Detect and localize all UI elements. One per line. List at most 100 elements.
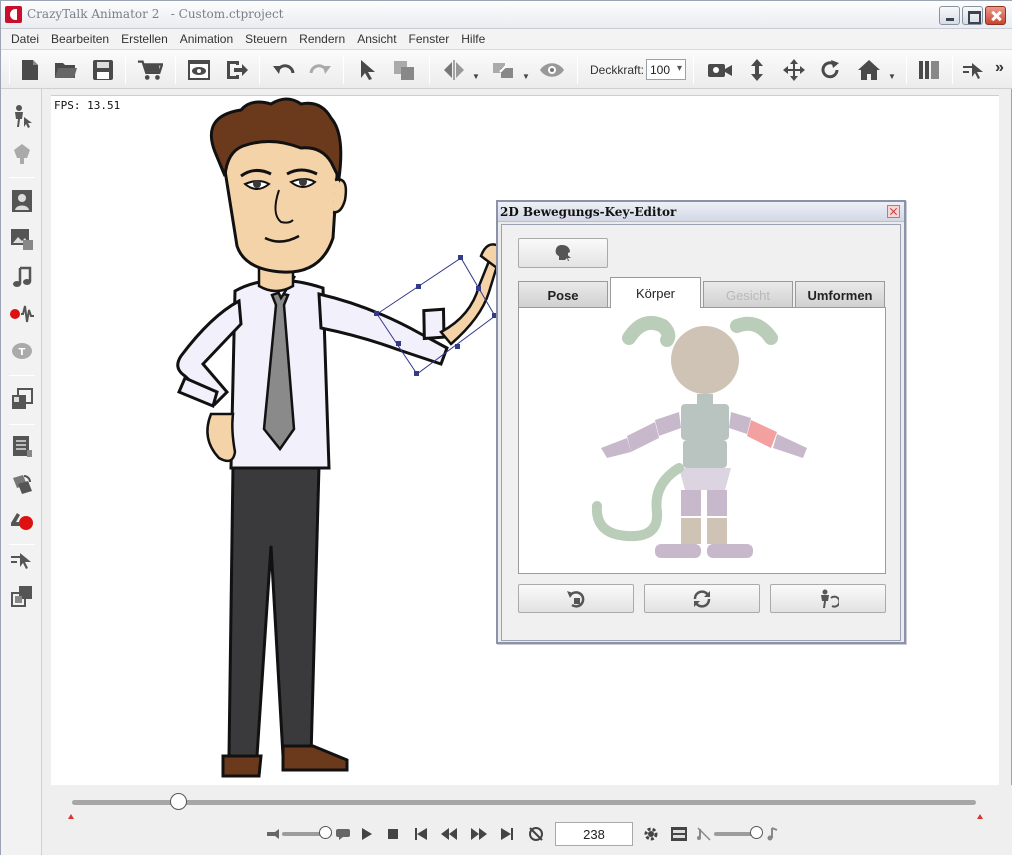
next-frame-icon[interactable]: [470, 826, 488, 842]
timeline-playhead[interactable]: [170, 793, 187, 810]
reset-part-button[interactable]: [518, 584, 634, 613]
stop-icon[interactable]: [384, 826, 402, 842]
menu-ansicht[interactable]: Ansicht: [351, 29, 402, 49]
app-window: CrazyTalk Animator 2 - Custom.ctproject …: [0, 0, 1012, 855]
reset-all-button[interactable]: [644, 584, 760, 613]
end-marker[interactable]: [977, 814, 983, 819]
move-vertical-icon[interactable]: [744, 57, 770, 83]
prop-transform-icon[interactable]: [9, 141, 35, 167]
speech-bubble-icon[interactable]: [334, 826, 352, 842]
lip-sync-icon[interactable]: [264, 826, 282, 842]
menu-rendern[interactable]: Rendern: [293, 29, 351, 49]
current-frame-field[interactable]: 238: [555, 822, 633, 846]
open-folder-icon[interactable]: [53, 57, 79, 83]
toolbar-separator: [343, 56, 344, 84]
mute-icon[interactable]: [695, 826, 713, 842]
tab-body[interactable]: Körper: [610, 277, 701, 308]
menu-hilfe[interactable]: Hilfe: [455, 29, 491, 49]
select-mode-icon[interactable]: [961, 57, 987, 83]
actor-select-icon[interactable]: [9, 103, 35, 129]
duplicate-icon[interactable]: [391, 57, 417, 83]
menu-animation[interactable]: Animation: [174, 29, 239, 49]
multi-layer-icon[interactable]: [9, 583, 35, 609]
close-button[interactable]: [985, 6, 1006, 25]
home-icon[interactable]: [856, 57, 882, 83]
visibility-eye-icon[interactable]: [539, 57, 565, 83]
play-icon[interactable]: [358, 826, 376, 842]
opacity-select[interactable]: 100: [646, 59, 686, 80]
script-icon[interactable]: [9, 433, 35, 459]
motion-clip-icon[interactable]: [9, 471, 35, 497]
volume-note-icon[interactable]: [764, 826, 782, 842]
loop-off-icon[interactable]: [527, 826, 545, 842]
editor-close-button[interactable]: [887, 205, 900, 218]
dock-separator: [9, 177, 35, 178]
tab-pose[interactable]: Pose: [518, 281, 608, 307]
flip-icon[interactable]: [441, 57, 467, 83]
tail-part: [591, 463, 684, 542]
menu-fenster[interactable]: Fenster: [403, 29, 456, 49]
right-upper-arm-part: [729, 412, 751, 434]
editor-title-bar[interactable]: 2D Bewegungs-Key-Editor: [498, 202, 904, 222]
minimize-button[interactable]: [939, 6, 960, 25]
toolbar-separator: [175, 56, 176, 84]
link-dropdown-caret[interactable]: ▼: [522, 72, 530, 81]
menu-datei[interactable]: Datei: [5, 29, 45, 49]
settings-gear-icon[interactable]: [642, 826, 660, 842]
title-bar: CrazyTalk Animator 2 - Custom.ctproject: [1, 1, 1012, 29]
toolbar-separator: [906, 56, 907, 84]
undo-icon[interactable]: [271, 57, 297, 83]
actor-library-icon[interactable]: [9, 188, 35, 214]
voice-record-icon[interactable]: [9, 301, 35, 327]
menu-bearbeiten[interactable]: Bearbeiten: [45, 29, 115, 49]
editor-content: Pose Körper Gesicht Umformen: [501, 224, 901, 641]
main-toolbar: ▼ ▼ Deckkraft: 100 ▼: [1, 49, 1012, 89]
reset-pose-button[interactable]: [770, 584, 886, 613]
tab-transform[interactable]: Umformen: [795, 281, 885, 307]
right-ear-part: [730, 316, 778, 345]
save-icon[interactable]: [90, 57, 116, 83]
home-dropdown-caret[interactable]: ▼: [888, 72, 896, 81]
left-dock: T: [1, 89, 42, 855]
go-to-end-icon[interactable]: [498, 826, 516, 842]
maximize-button[interactable]: [962, 6, 983, 25]
music-note-icon[interactable]: [9, 264, 35, 290]
layer-order-icon[interactable]: [9, 386, 35, 412]
redo-icon[interactable]: [307, 57, 333, 83]
panel-toggle-icon[interactable]: [916, 57, 942, 83]
opacity-label: Deckkraft:: [590, 63, 645, 77]
preview-icon[interactable]: [186, 57, 212, 83]
puppet-record-icon[interactable]: [9, 508, 35, 534]
start-marker[interactable]: [68, 814, 74, 819]
svg-text:T: T: [19, 347, 26, 358]
text-bubble-icon[interactable]: T: [9, 339, 35, 365]
scene-library-icon[interactable]: [9, 226, 35, 252]
menu-steuern[interactable]: Steuern: [239, 29, 293, 49]
link-icon[interactable]: [491, 57, 517, 83]
timeline-scrubber[interactable]: [72, 800, 976, 805]
speed-slider-thumb[interactable]: [319, 826, 332, 839]
select-arrow-icon[interactable]: [355, 57, 381, 83]
go-to-start-icon[interactable]: [412, 826, 430, 842]
new-file-icon[interactable]: [17, 57, 43, 83]
left-hand-part: [601, 438, 631, 458]
camera-icon[interactable]: [707, 57, 733, 83]
body-part-map[interactable]: [519, 308, 885, 573]
move-all-icon[interactable]: [781, 57, 807, 83]
menu-erstellen[interactable]: Erstellen: [115, 29, 174, 49]
shopping-cart-icon[interactable]: [137, 57, 163, 83]
volume-slider-thumb[interactable]: [750, 826, 763, 839]
face-mode-button[interactable]: [518, 238, 608, 268]
left-shin-part: [681, 518, 701, 544]
toolbar-overflow-button[interactable]: »: [995, 59, 1004, 77]
right-thigh-part: [707, 490, 727, 516]
left-thigh-part: [681, 490, 701, 516]
window-title: CrazyTalk Animator 2 - Custom.ctproject: [27, 7, 284, 21]
chest-part: [681, 404, 729, 440]
flip-dropdown-caret[interactable]: ▼: [472, 72, 480, 81]
timeline-panel-icon[interactable]: [670, 826, 688, 842]
previous-frame-icon[interactable]: [440, 826, 458, 842]
dock-select-icon[interactable]: [9, 547, 35, 573]
export-icon[interactable]: [224, 57, 250, 83]
rotate-icon[interactable]: [818, 57, 844, 83]
